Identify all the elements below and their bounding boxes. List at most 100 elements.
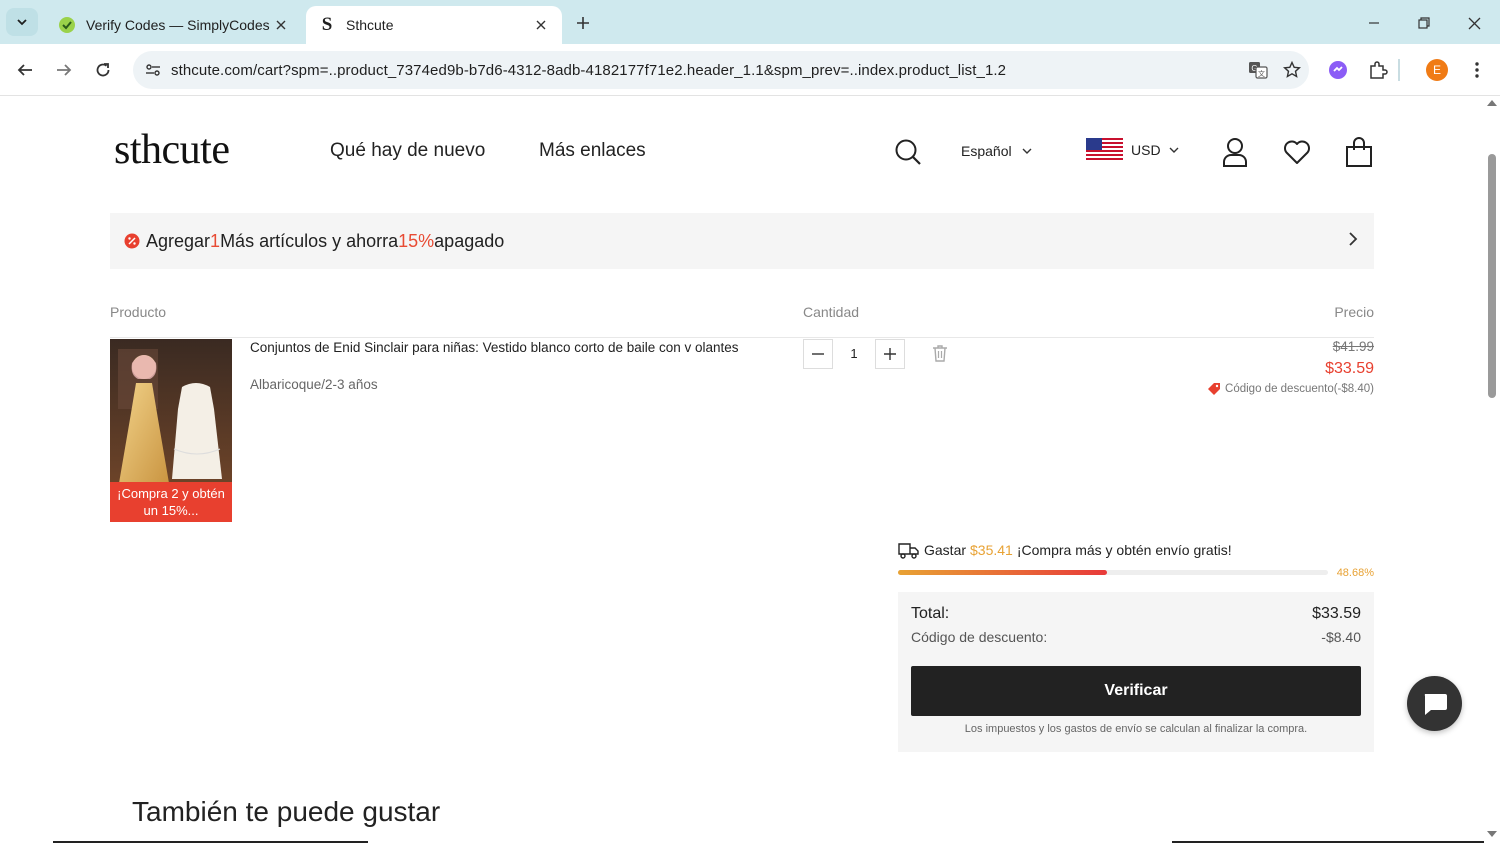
currency-selector[interactable]: USD xyxy=(1086,138,1179,162)
translate-icon[interactable]: G文 xyxy=(1241,51,1275,89)
chevron-down-icon xyxy=(1022,148,1032,154)
wishlist-heart-icon[interactable] xyxy=(1282,138,1312,166)
close-icon xyxy=(1468,17,1480,29)
discount-row: Código de descuento: -$8.40 xyxy=(911,629,1361,645)
bookmark-star-icon[interactable] xyxy=(1275,51,1309,89)
discount-label: Código de descuento: xyxy=(911,629,1048,645)
quantity-value[interactable]: 1 xyxy=(836,346,872,361)
svg-text:文: 文 xyxy=(1258,69,1265,78)
restore-button[interactable] xyxy=(1411,10,1437,36)
language-selector[interactable]: Español xyxy=(961,143,1032,159)
checkout-button[interactable]: Verificar xyxy=(911,666,1361,716)
extension-purple-icon[interactable] xyxy=(1324,56,1352,84)
browser-menu-button[interactable] xyxy=(1463,56,1491,84)
promo-prefix: Agregar xyxy=(146,230,211,251)
quantity-increase-button[interactable] xyxy=(875,339,905,369)
scroll-down-arrow-icon[interactable] xyxy=(1487,831,1497,837)
page-content: sthcute Qué hay de nuevo Más enlaces Esp… xyxy=(0,96,1484,843)
nav-whats-new[interactable]: Qué hay de nuevo xyxy=(330,140,485,162)
promo-banner[interactable]: Agregar 1 Más artículos y ahorra 15% apagado xyxy=(110,213,1374,269)
scroll-up-arrow-icon[interactable] xyxy=(1487,100,1497,106)
us-flag-icon xyxy=(1086,138,1123,162)
site-logo[interactable]: sthcute xyxy=(114,126,230,174)
minimize-button[interactable] xyxy=(1361,10,1387,36)
item-discount-text: Código de descuento(-$8.40) xyxy=(1225,383,1374,395)
address-bar[interactable]: sthcute.com/cart?spm=..product_7374ed9b-… xyxy=(133,51,1309,89)
reload-icon xyxy=(96,63,110,77)
quantity-decrease-button[interactable] xyxy=(803,339,833,369)
item-discount-note: Código de descuento(-$8.40) xyxy=(1207,382,1374,396)
order-summary: Total: $33.59 Código de descuento: -$8.4… xyxy=(898,592,1374,752)
product-promo-badge: ¡Compra 2 y obtén un 15%... xyxy=(110,482,232,522)
reload-button[interactable] xyxy=(89,56,117,84)
extensions-puzzle-icon[interactable] xyxy=(1364,56,1392,84)
sthcute-favicon-icon: S xyxy=(321,14,333,35)
tax-note: Los impuestos y los gastos de envío se c… xyxy=(964,723,1308,735)
product-variant: Albaricoque/2-3 años xyxy=(250,377,378,392)
cart-bag-icon[interactable] xyxy=(1344,136,1374,168)
tab-search-button[interactable] xyxy=(6,8,38,36)
chevron-right-icon xyxy=(1349,232,1358,246)
product-name[interactable]: Conjuntos de Enid Sinclair para niñas: V… xyxy=(250,339,750,356)
column-header-product: Producto xyxy=(110,304,167,320)
total-row: Total: $33.59 xyxy=(911,605,1361,623)
url-text[interactable]: sthcute.com/cart?spm=..product_7374ed9b-… xyxy=(171,62,1241,79)
chevron-down-icon xyxy=(1169,147,1179,153)
profile-avatar[interactable]: E xyxy=(1423,56,1451,84)
free-shipping-message: Gastar $35.41 ¡Compra más y obtén envío gr… xyxy=(898,541,1232,559)
delivery-truck-icon xyxy=(898,543,919,559)
close-window-button[interactable] xyxy=(1461,10,1487,36)
progress-fill xyxy=(898,570,1108,575)
promo-suffix: apagado xyxy=(434,230,505,251)
discount-value: -$8.40 xyxy=(1321,629,1361,645)
column-header-price: Precio xyxy=(1334,304,1374,320)
minus-icon xyxy=(812,353,824,355)
currency-label: USD xyxy=(1131,142,1161,158)
price-tag-icon xyxy=(1208,383,1221,395)
forward-button[interactable] xyxy=(50,56,78,84)
close-tab-icon[interactable] xyxy=(272,16,290,34)
chat-icon xyxy=(1424,693,1447,715)
recommendations-title: También te puede gustar xyxy=(132,796,441,827)
account-icon[interactable] xyxy=(1220,136,1250,168)
search-icon[interactable] xyxy=(893,137,923,167)
total-value: $33.59 xyxy=(1312,605,1361,622)
site-info-icon[interactable] xyxy=(135,51,171,89)
toolbar-divider xyxy=(1398,59,1400,81)
simplycodes-favicon-icon xyxy=(58,16,76,34)
plus-icon xyxy=(884,348,896,360)
chevron-down-icon xyxy=(17,19,27,26)
close-tab-icon[interactable] xyxy=(532,16,550,34)
current-price: $33.59 xyxy=(1325,360,1374,377)
promo-percent: 15% xyxy=(398,230,435,251)
profile-initial: E xyxy=(1426,59,1448,81)
back-button[interactable] xyxy=(11,56,39,84)
free-shipping-progress-bar xyxy=(898,570,1328,575)
restore-icon xyxy=(1418,17,1430,29)
kebab-menu-icon xyxy=(1475,62,1479,78)
minimize-icon xyxy=(1369,22,1379,24)
arrow-left-icon xyxy=(17,64,32,76)
scrollbar-thumb[interactable] xyxy=(1488,154,1496,398)
shipping-prefix: Gastar xyxy=(924,542,967,558)
trash-icon[interactable] xyxy=(932,345,948,367)
tab-title: Verify Codes — SimplyCodes xyxy=(86,17,270,33)
promo-middle: Más artículos y ahorra xyxy=(220,230,399,251)
tab-title: Sthcute xyxy=(346,17,394,33)
page-scrollbar[interactable] xyxy=(1484,96,1500,843)
product-image[interactable]: ¡Compra 2 y obtén un 15%... xyxy=(110,339,232,522)
live-chat-button[interactable] xyxy=(1407,676,1462,731)
column-header-quantity: Cantidad xyxy=(803,304,860,320)
header-divider xyxy=(110,337,1374,338)
plus-icon xyxy=(577,17,589,29)
browser-toolbar: sthcute.com/cart?spm=..product_7374ed9b-… xyxy=(0,44,1500,96)
progress-percent: 48.68% xyxy=(1336,567,1374,579)
nav-more-links[interactable]: Más enlaces xyxy=(539,140,646,162)
discount-badge-icon xyxy=(124,233,140,249)
tab-sthcute[interactable]: S Sthcute xyxy=(306,6,562,44)
shipping-amount: $35.41 xyxy=(970,542,1013,558)
new-tab-button[interactable] xyxy=(570,10,596,36)
arrow-right-icon xyxy=(57,64,72,76)
tab-simplycodes[interactable]: Verify Codes — SimplyCodes xyxy=(46,6,302,44)
promo-count: 1 xyxy=(210,230,221,251)
